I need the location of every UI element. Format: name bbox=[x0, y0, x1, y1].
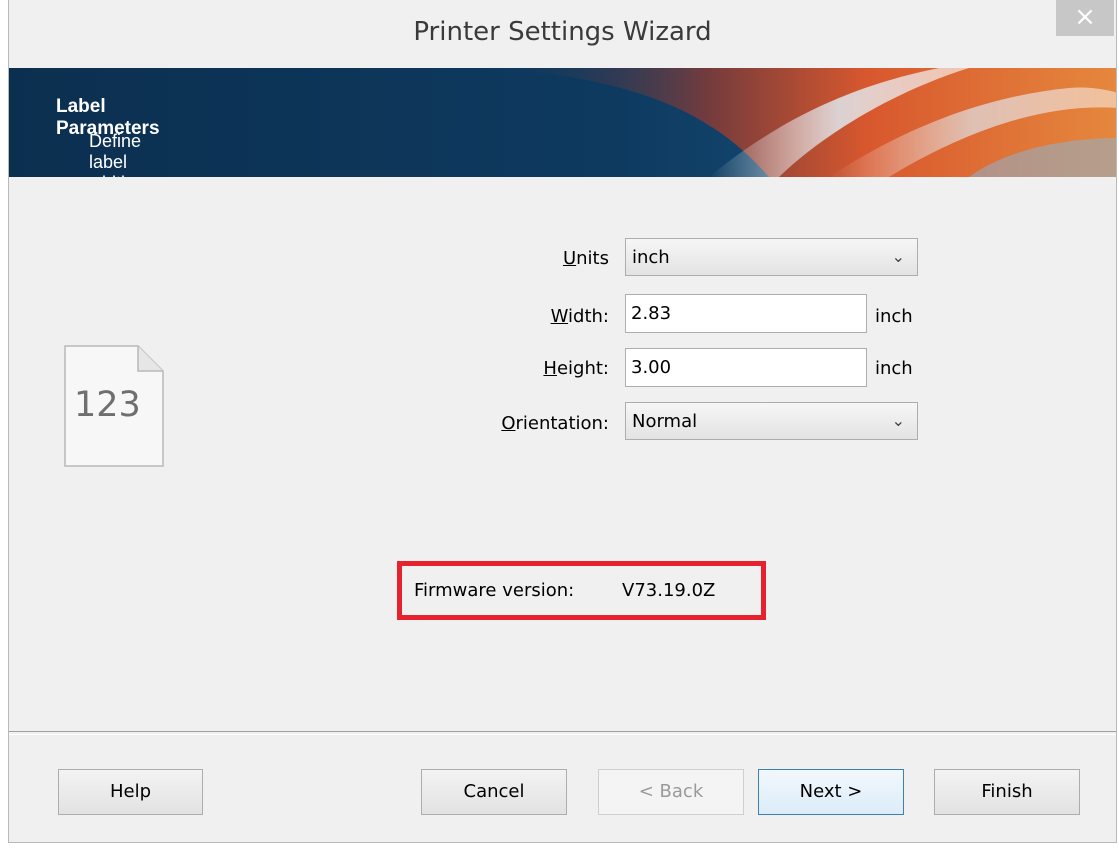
units-label: Units bbox=[562, 248, 609, 269]
cancel-button[interactable]: Cancel bbox=[421, 769, 567, 815]
orientation-select[interactable]: Normal ⌄ bbox=[625, 402, 918, 440]
width-input[interactable]: 2.83 bbox=[625, 294, 867, 333]
next-button[interactable]: Next > bbox=[758, 769, 904, 815]
height-input[interactable]: 3.00 bbox=[625, 348, 867, 387]
wizard-window: Printer Settings Wizard × Label Paramete… bbox=[8, 0, 1117, 843]
close-button[interactable]: × bbox=[1056, 0, 1114, 36]
orientation-value: Normal bbox=[632, 411, 698, 432]
banner-subtitle: Define label width, label height and ori… bbox=[89, 131, 142, 177]
chevron-down-icon: ⌄ bbox=[891, 411, 905, 430]
height-unit: inch bbox=[875, 358, 913, 379]
height-label: Height: bbox=[543, 358, 609, 379]
header-banner: Label Parameters Define label width, lab… bbox=[9, 68, 1116, 177]
firmware-label: Firmware version: bbox=[414, 580, 575, 601]
firmware-value: V73.19.0Z bbox=[622, 580, 716, 601]
units-select[interactable]: inch ⌄ bbox=[625, 238, 918, 276]
width-unit: inch bbox=[875, 306, 913, 327]
orientation-label: Orientation: bbox=[501, 413, 609, 434]
chevron-down-icon: ⌄ bbox=[891, 247, 905, 266]
label-document-icon: 123 bbox=[64, 345, 164, 471]
title-bar: Printer Settings Wizard × bbox=[9, 0, 1116, 68]
units-value: inch bbox=[632, 247, 670, 268]
width-label: Width: bbox=[550, 306, 609, 327]
window-title: Printer Settings Wizard bbox=[413, 17, 712, 47]
finish-button[interactable]: Finish bbox=[934, 769, 1080, 815]
footer-separator bbox=[9, 731, 1116, 735]
back-button[interactable]: < Back bbox=[598, 769, 744, 815]
close-icon: × bbox=[1074, 2, 1096, 32]
help-button[interactable]: Help bbox=[58, 769, 203, 815]
icon-number-text: 123 bbox=[74, 385, 141, 425]
